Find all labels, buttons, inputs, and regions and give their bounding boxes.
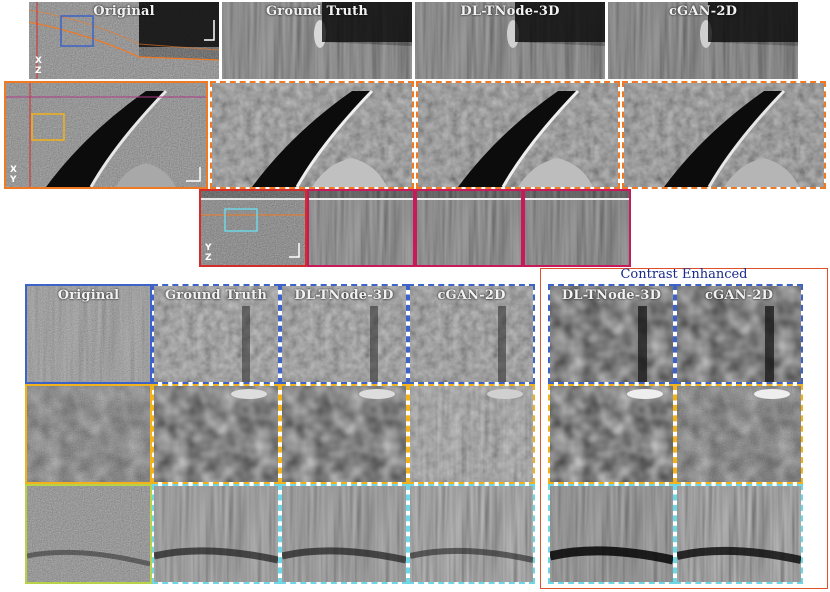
- yz-cgan-2d-panel: [523, 189, 631, 267]
- xz-cgan-2d-panel: cGAN-2D: [608, 2, 798, 79]
- xz-axis-icon: XZ: [35, 56, 42, 76]
- zoom-blue-ground-truth: Ground Truth: [152, 284, 280, 384]
- zoom-col-cgan-2d-label: cGAN-2D: [437, 288, 506, 303]
- xz-ground-truth-panel: Ground Truth: [222, 2, 412, 79]
- contrast-enhanced-title: Contrast Enhanced: [620, 267, 748, 282]
- contrast-yellow-dl-tnode-3d: [548, 384, 675, 484]
- zoom-cyan-original: [25, 484, 152, 584]
- yz-original-panel: YZ: [199, 189, 307, 267]
- zoom-yellow-original: [25, 384, 152, 484]
- xz-dl-tnode-3d-panel: DL-TNode-3D: [415, 2, 605, 79]
- zoom-cyan-ground-truth: [152, 484, 280, 584]
- yz-dl-tnode-3d-panel: [415, 189, 523, 267]
- zoom-col-ground-truth-label: Ground Truth: [164, 288, 268, 303]
- xz-dl-tnode-3d-label: DL-TNode-3D: [460, 4, 560, 19]
- xy-dl-tnode-3d-panel: [416, 81, 620, 189]
- xy-original-panel: XY: [4, 81, 208, 189]
- contrast-blue-cgan-2d: cGAN-2D: [675, 284, 803, 384]
- zoom-blue-dl-tnode-3d: DL-TNode-3D: [280, 284, 408, 384]
- zoom-col-dl-tnode-3d-label: DL-TNode-3D: [294, 288, 394, 303]
- zoom-col-original-label: Original: [57, 288, 120, 303]
- xy-cgan-2d-panel: [622, 81, 826, 189]
- xz-original-panel: Original XZ: [29, 2, 219, 79]
- yz-axis-icon: YZ: [205, 243, 212, 263]
- contrast-col-cgan-2d-label: cGAN-2D: [704, 288, 774, 303]
- zoom-blue-original: Original: [25, 284, 152, 384]
- xy-ground-truth-panel: [210, 81, 414, 189]
- zoom-cyan-cgan-2d: [408, 484, 535, 584]
- contrast-cyan-dl-tnode-3d: [548, 484, 675, 584]
- yz-ground-truth-panel: [307, 189, 415, 267]
- contrast-yellow-cgan-2d: [675, 384, 803, 484]
- zoom-cyan-dl-tnode-3d: [280, 484, 408, 584]
- contrast-col-dl-tnode-3d-label: DL-TNode-3D: [561, 288, 662, 303]
- xz-ground-truth-label: Ground Truth: [265, 4, 369, 19]
- xz-original-label: Original: [93, 4, 155, 19]
- zoom-blue-cgan-2d: cGAN-2D: [408, 284, 535, 384]
- zoom-yellow-cgan-2d: [408, 384, 535, 484]
- xy-axis-icon: XY: [10, 165, 17, 185]
- contrast-cyan-cgan-2d: [675, 484, 803, 584]
- zoom-yellow-dl-tnode-3d: [280, 384, 408, 484]
- zoom-yellow-ground-truth: [152, 384, 280, 484]
- xz-cgan-2d-label: cGAN-2D: [668, 4, 738, 19]
- contrast-blue-dl-tnode-3d: DL-TNode-3D: [548, 284, 675, 384]
